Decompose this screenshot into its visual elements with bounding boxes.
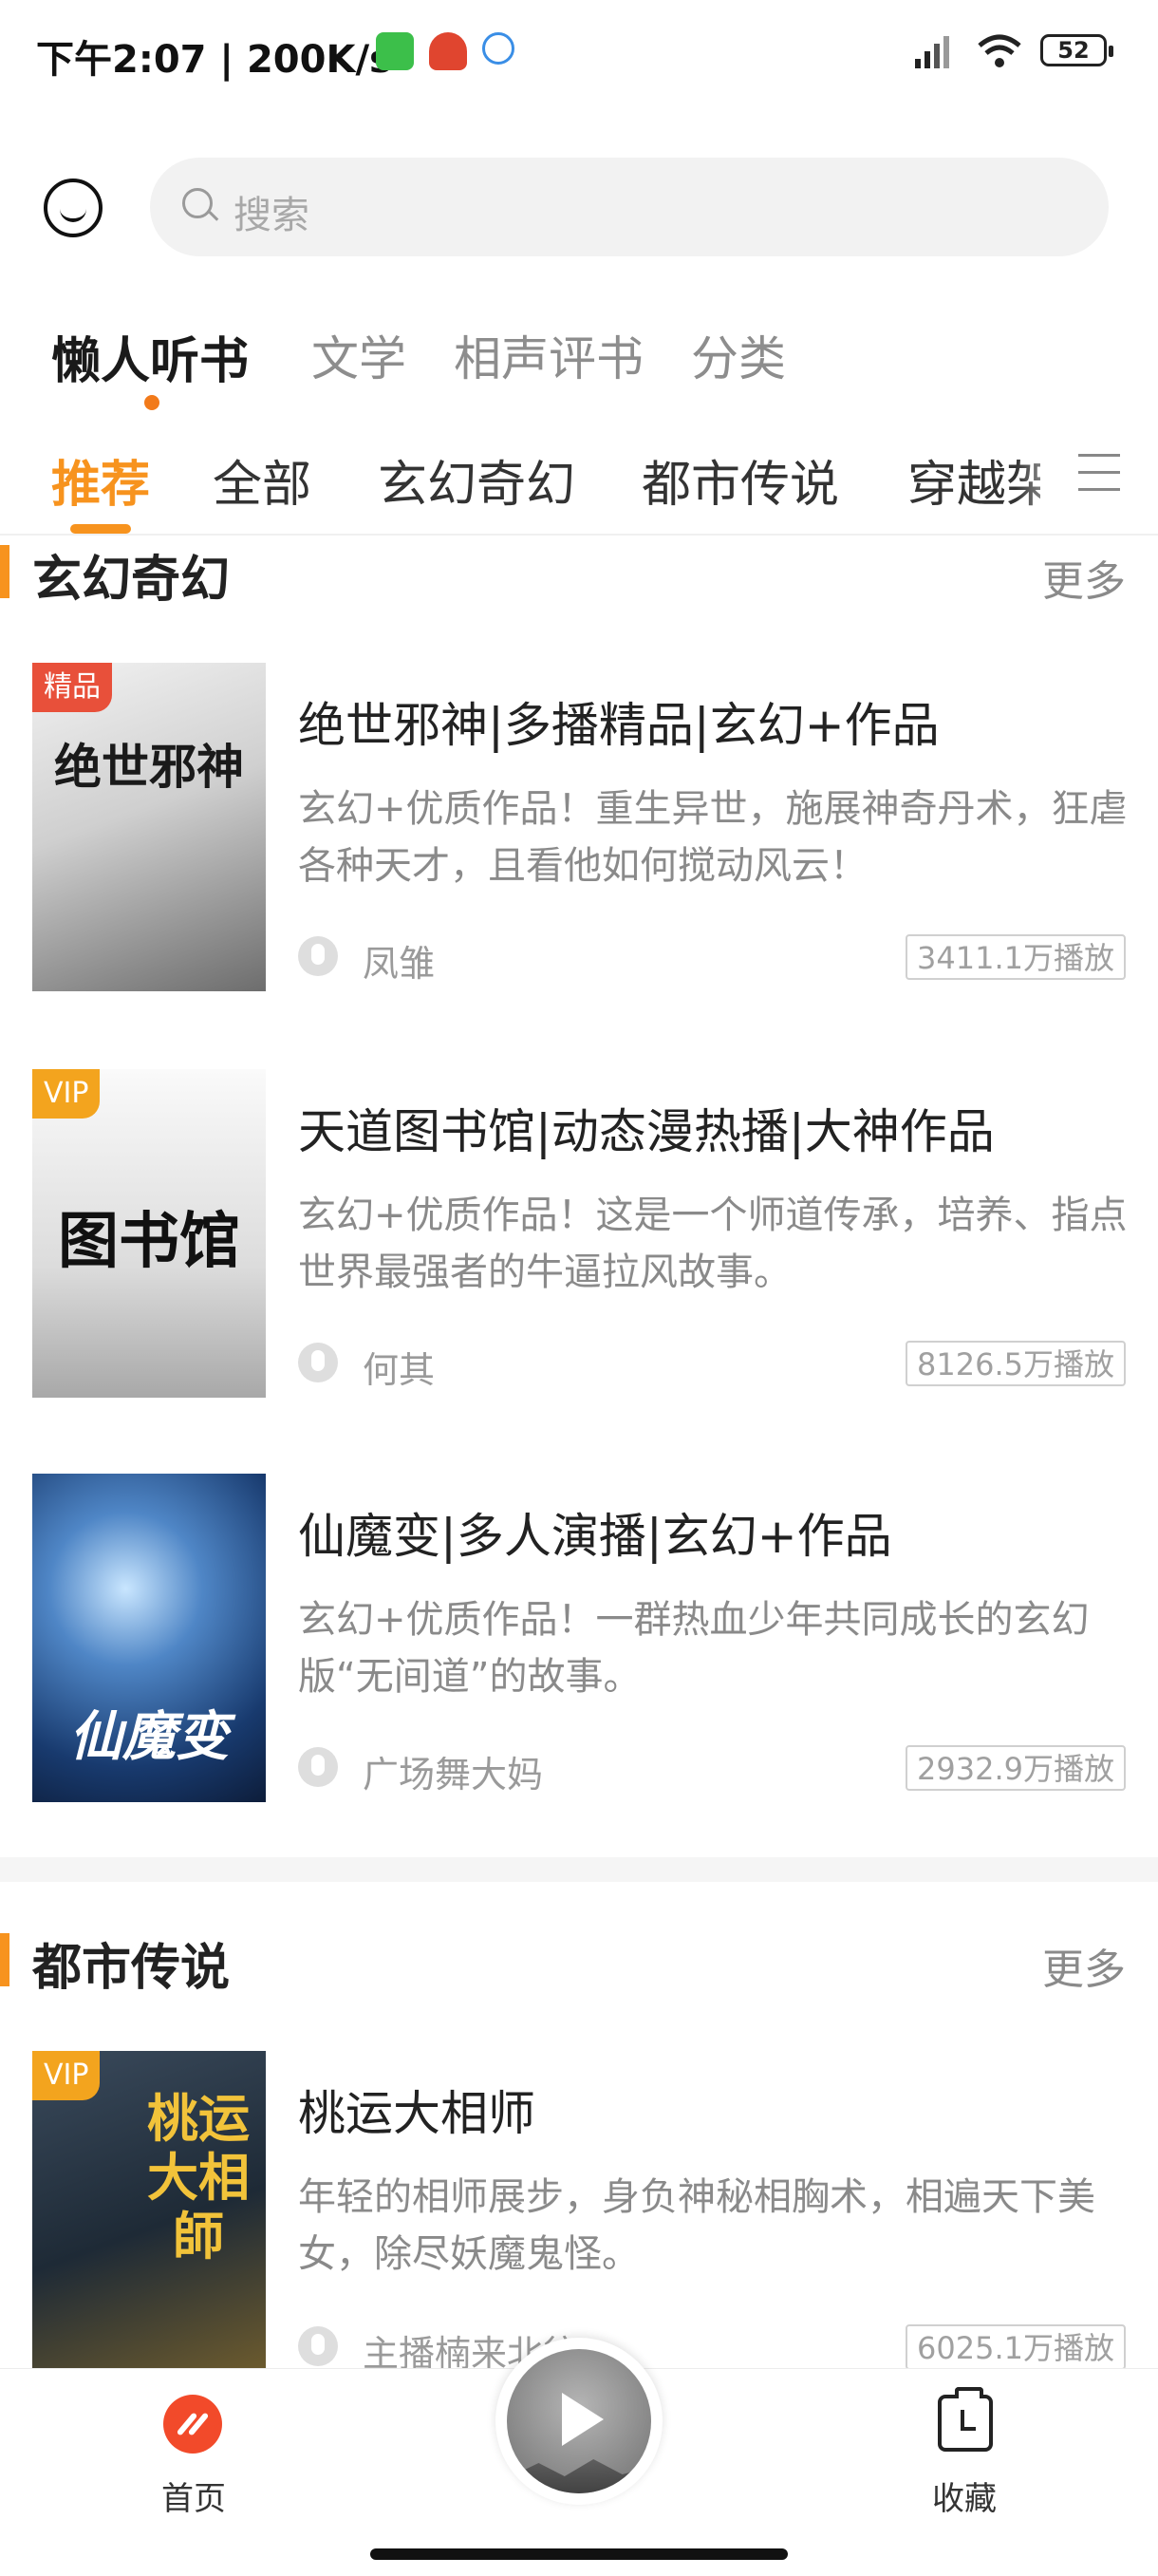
- play-count: 8126.5万播放: [906, 1341, 1126, 1386]
- play-count: 2932.9万播放: [906, 1745, 1126, 1791]
- status-time: 下午2:07 | 200K/s: [36, 38, 392, 82]
- play-count: 6025.1万播放: [906, 2324, 1126, 2370]
- more-button[interactable]: 更多: [1042, 1935, 1126, 1996]
- narrator-icon: [298, 936, 338, 976]
- subtab-fantasy[interactable]: 玄幻奇幻: [378, 444, 575, 516]
- favorites-icon[interactable]: [938, 2387, 993, 2452]
- badge-vip: VIP: [32, 1069, 101, 1119]
- narrator-name: 广场舞大妈: [363, 1754, 544, 1796]
- wifi-icon: [978, 34, 1021, 67]
- book-cover[interactable]: 绝世邪神 精品: [32, 663, 266, 991]
- book-description: 玄幻+优质作品！一群热血少年共同成长的玄幻版“无间道”的故事。: [298, 1598, 1090, 1699]
- tab-literature[interactable]: 文学: [311, 321, 406, 389]
- section-title: 都市传说: [32, 1940, 231, 1997]
- narrator-icon: [298, 1343, 338, 1382]
- subtab-urban[interactable]: 都市传说: [642, 444, 839, 516]
- tab-fade: [1016, 427, 1082, 522]
- app-notification-icon: [429, 32, 467, 70]
- narrator-icon: [298, 1747, 338, 1787]
- book-title[interactable]: 绝世邪神|多播精品|玄幻+作品: [298, 687, 940, 756]
- user-avatar-icon[interactable]: [44, 179, 103, 237]
- book-description: 玄幻+优质作品！这是一个师道传承，培养、指点世界最强者的牛逼拉风故事。: [298, 1194, 1128, 1294]
- search-bar[interactable]: 搜索: [150, 158, 1109, 256]
- narrator-icon: [298, 2326, 338, 2366]
- divider: [0, 534, 1158, 536]
- book-cover[interactable]: 仙魔变: [32, 1474, 266, 1802]
- signal-icon: [915, 36, 949, 68]
- home-icon[interactable]: [163, 2395, 222, 2454]
- section-marker: [0, 1933, 9, 1986]
- book-title[interactable]: 仙魔变|多人演播|玄幻+作品: [298, 1498, 892, 1567]
- book-description: 玄幻+优质作品！重生异世，施展神奇丹术，狂虐各种天才，且看他如何搅动风云！: [298, 787, 1128, 888]
- active-tab-dot: [144, 395, 159, 410]
- nav-favorites-label[interactable]: 收藏: [932, 2473, 997, 2519]
- tab-crosstalk[interactable]: 相声评书: [454, 321, 644, 389]
- badge-vip: VIP: [32, 2051, 101, 2100]
- narrator-name: 何其: [363, 1349, 436, 1391]
- search-placeholder: 搜索: [233, 194, 309, 237]
- mountain-art: [507, 2459, 651, 2493]
- book-title[interactable]: 桃运大相师: [298, 2076, 535, 2144]
- section-marker: [0, 545, 9, 598]
- download-icon: [376, 32, 414, 70]
- more-button[interactable]: 更多: [1042, 547, 1126, 608]
- chat-icon: [482, 32, 514, 65]
- narrator-name: 凤雏: [363, 943, 436, 985]
- battery-indicator: 52: [1040, 34, 1113, 66]
- tab-category[interactable]: 分类: [691, 321, 786, 389]
- subtab-recommend[interactable]: 推荐: [51, 444, 150, 516]
- cover-title: 绝世邪神: [54, 739, 244, 795]
- section-title: 玄幻奇幻: [32, 552, 231, 609]
- play-button[interactable]: [507, 2349, 651, 2493]
- book-cover[interactable]: 图书馆 VIP: [32, 1069, 266, 1398]
- cover-title: 图书馆: [58, 1206, 240, 1277]
- subtab-all[interactable]: 全部: [213, 444, 311, 516]
- book-description: 年轻的相师展步，身负神秘相胸术，相遍天下美女，除尽妖魔鬼怪。: [298, 2175, 1095, 2276]
- search-icon: [182, 188, 213, 218]
- menu-icon[interactable]: [1078, 454, 1120, 492]
- subtab-underline: [70, 524, 131, 534]
- cover-title: 桃运大相師: [147, 2088, 250, 2266]
- book-title[interactable]: 天道图书馆|动态漫热播|大神作品: [298, 1094, 995, 1162]
- badge-jingpin: 精品: [32, 663, 112, 712]
- cover-title: 仙魔变: [69, 1705, 229, 1768]
- nav-home-label[interactable]: 首页: [161, 2473, 226, 2519]
- book-cover[interactable]: 桃运大相師 VIP: [32, 2051, 266, 2368]
- play-icon: [562, 2393, 604, 2446]
- play-count: 3411.1万播放: [906, 934, 1126, 980]
- tab-lanren[interactable]: 懒人听书: [51, 321, 249, 392]
- section-separator: [0, 1857, 1158, 1882]
- home-indicator[interactable]: [370, 2548, 788, 2560]
